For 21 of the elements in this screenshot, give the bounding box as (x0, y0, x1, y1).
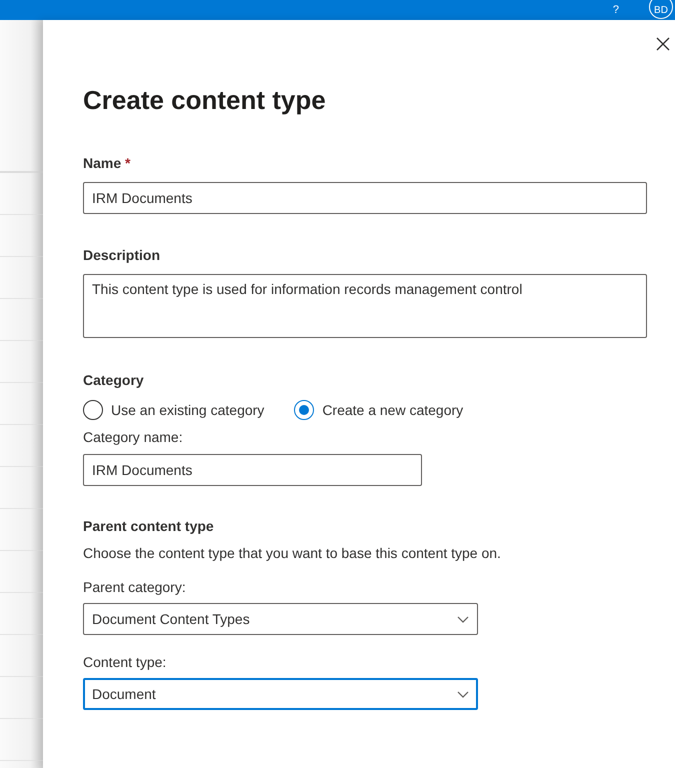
panel-title: Create content type (83, 84, 326, 117)
radio-option[interactable]: Use an existing category (83, 400, 264, 420)
field-label: Description (83, 246, 160, 264)
help-button[interactable]: ? (612, 4, 619, 16)
section-label: Parent content type (83, 517, 214, 535)
chevron-down-icon (457, 690, 469, 698)
close-icon[interactable] (656, 37, 670, 51)
description-input[interactable]: This content type is used for information records management control (83, 274, 647, 338)
name-input[interactable]: IRM Documents (83, 182, 647, 214)
section-label: Category (83, 371, 144, 389)
chevron-down-icon (457, 616, 469, 622)
section-description: Choose the content type that you want to base this content type on. (83, 544, 501, 562)
field-label: Parent category: (83, 578, 186, 596)
field-label: Category name: (83, 428, 183, 446)
field-label: Name * (83, 154, 130, 172)
radio-option[interactable]: Create a new category (294, 400, 464, 420)
field-label: Content type: (83, 653, 166, 671)
category-name-input[interactable]: IRM Documents (83, 454, 422, 486)
user-avatar[interactable]: BD (649, 0, 673, 19)
dropdown[interactable]: Document Content Types (83, 603, 478, 635)
dropdown[interactable]: Document (83, 678, 478, 710)
